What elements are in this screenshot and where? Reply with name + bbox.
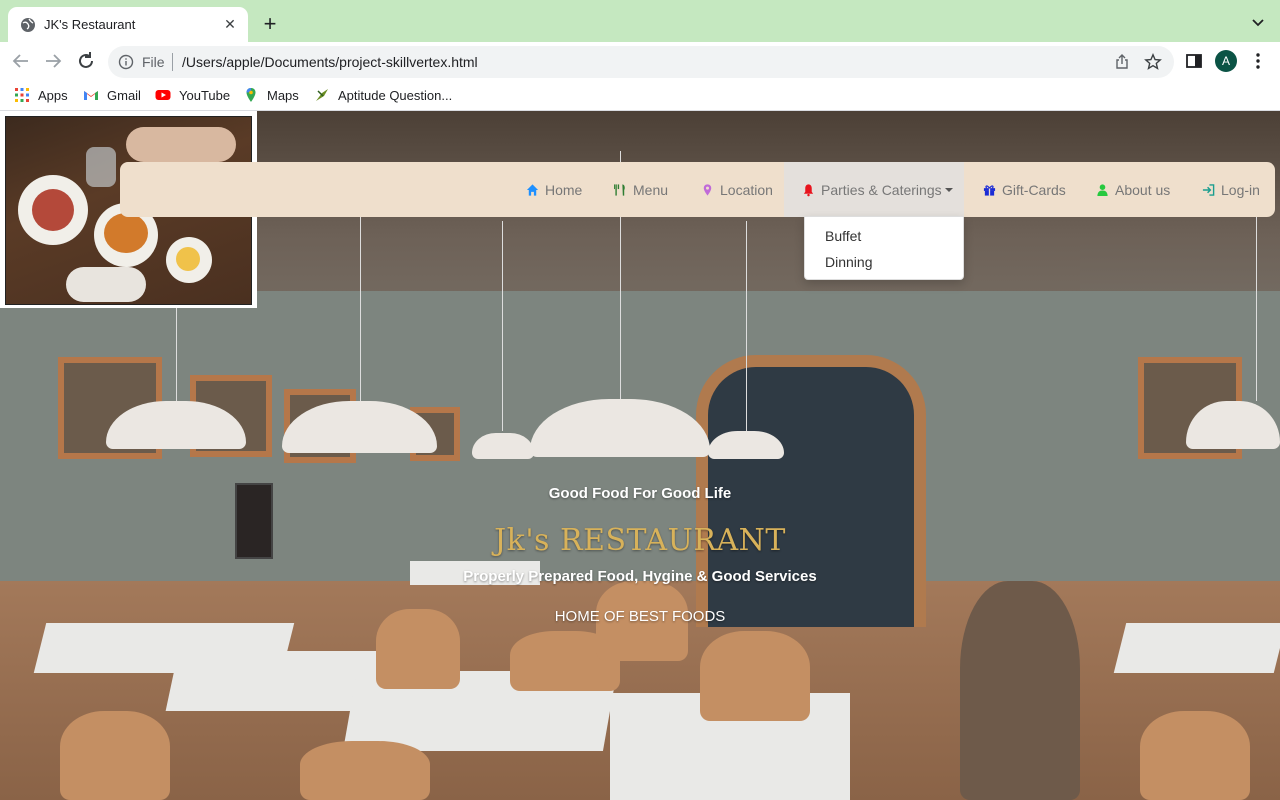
nav-location[interactable]: Location xyxy=(701,162,773,217)
side-panel-icon[interactable] xyxy=(1185,52,1203,70)
nav-about-us[interactable]: About us xyxy=(1096,162,1170,217)
bell-icon xyxy=(803,183,814,196)
bookmark-apps[interactable]: Apps xyxy=(14,86,68,104)
glass xyxy=(86,147,116,187)
chair xyxy=(300,741,430,800)
pendant-lamp xyxy=(708,431,784,459)
bookmark-label: Gmail xyxy=(107,87,141,103)
cutlery-icon xyxy=(614,183,625,196)
globe-icon xyxy=(21,17,35,32)
nav-label: Location xyxy=(720,181,773,198)
chair xyxy=(700,631,810,721)
maps-icon xyxy=(246,88,256,102)
youtube-icon xyxy=(155,90,171,100)
gmail-icon xyxy=(84,91,98,100)
user-icon xyxy=(1097,183,1108,196)
nav-label: Gift-Cards xyxy=(1002,181,1066,198)
browser-tab[interactable]: JK's Restaurant ✕ xyxy=(8,7,248,42)
browser-tab-strip: JK's Restaurant ✕ + xyxy=(0,0,1280,42)
bookmark-label: Apps xyxy=(38,87,68,103)
url-separator xyxy=(172,53,173,71)
nav-label: Menu xyxy=(633,181,669,198)
bookmark-aptitude[interactable]: Aptitude Question... xyxy=(314,86,452,104)
sleeve-shape xyxy=(66,267,146,302)
bookmark-label: Aptitude Question... xyxy=(338,87,453,103)
dropdown-item-buffet[interactable]: Buffet xyxy=(825,228,861,244)
chair xyxy=(1140,711,1250,800)
share-icon[interactable] xyxy=(1114,54,1130,70)
restaurant-name: Jk's RESTAURANT xyxy=(494,523,786,558)
dropdown-item-dinning[interactable]: Dinning xyxy=(825,254,872,270)
reload-icon[interactable] xyxy=(75,50,97,72)
nav-menu[interactable]: Menu xyxy=(614,162,668,217)
profile-avatar[interactable]: A xyxy=(1215,50,1237,72)
nav-label: Log-in xyxy=(1221,181,1260,198)
bookmark-gmail[interactable]: Gmail xyxy=(83,86,141,104)
gift-icon xyxy=(983,184,996,196)
hero-tagline: Good Food For Good Life xyxy=(548,485,732,502)
more-menu-icon[interactable] xyxy=(1250,52,1266,70)
bookmark-star-icon[interactable] xyxy=(1144,53,1162,71)
salad xyxy=(32,189,74,231)
egg xyxy=(176,247,200,271)
close-tab-icon[interactable]: ✕ xyxy=(220,15,240,35)
hand-shape xyxy=(126,127,236,162)
apps-grid-icon xyxy=(15,88,29,102)
nav-label: Home xyxy=(545,181,583,198)
nav-home[interactable]: Home xyxy=(526,162,582,217)
chair xyxy=(60,711,170,800)
dining-table xyxy=(1113,623,1280,673)
tab-search-chevron-icon[interactable] xyxy=(1250,14,1266,30)
bookmark-youtube[interactable]: YouTube xyxy=(155,86,230,104)
lamp-cord xyxy=(746,221,747,431)
bookmarks-bar: Apps Gmail YouTube Maps Aptitude Questio… xyxy=(0,80,1280,111)
forward-arrow-icon[interactable] xyxy=(42,50,64,72)
nav-label: Parties & Caterings xyxy=(821,181,942,198)
bookmark-label: Maps xyxy=(267,87,299,103)
bookmark-maps[interactable]: Maps xyxy=(243,86,299,104)
pendant-lamp xyxy=(472,433,534,459)
lamp-cord xyxy=(502,221,503,431)
back-arrow-icon[interactable] xyxy=(10,50,32,72)
main-navbar: Home Menu Location Parties & Caterings G… xyxy=(120,162,1275,217)
page-viewport: Home Menu Location Parties & Caterings G… xyxy=(0,111,1280,800)
new-tab-button[interactable]: + xyxy=(258,13,282,37)
fried-food xyxy=(104,213,148,253)
nav-log-in[interactable]: Log-in xyxy=(1202,162,1260,217)
lamp-cord xyxy=(360,201,361,401)
nav-label: About us xyxy=(1115,181,1171,198)
aptitude-icon xyxy=(316,89,328,101)
url-scheme: File xyxy=(142,54,165,70)
url-text[interactable]: /Users/apple/Documents/project-skillvert… xyxy=(182,54,478,70)
nav-gift-cards[interactable]: Gift-Cards xyxy=(983,162,1066,217)
bookmark-label: YouTube xyxy=(179,87,231,103)
address-bar[interactable]: File /Users/apple/Documents/project-skil… xyxy=(108,46,1174,78)
chevron-down-icon xyxy=(944,187,953,192)
home-icon xyxy=(526,183,539,196)
tab-title: JK's Restaurant xyxy=(44,17,136,32)
hero-subtitle: Properly Prepared Food, Hygine & Good Se… xyxy=(463,568,817,585)
map-marker-icon xyxy=(703,183,712,196)
browser-toolbar: File /Users/apple/Documents/project-skil… xyxy=(0,42,1280,80)
login-icon xyxy=(1202,183,1215,196)
hero-home-of-best-foods: HOME OF BEST FOODS xyxy=(554,608,726,625)
parties-dropdown-menu: Buffet Dinning xyxy=(804,216,964,280)
nav-parties-caterings[interactable]: Parties & Caterings xyxy=(784,162,964,217)
site-info-icon[interactable] xyxy=(118,54,134,70)
